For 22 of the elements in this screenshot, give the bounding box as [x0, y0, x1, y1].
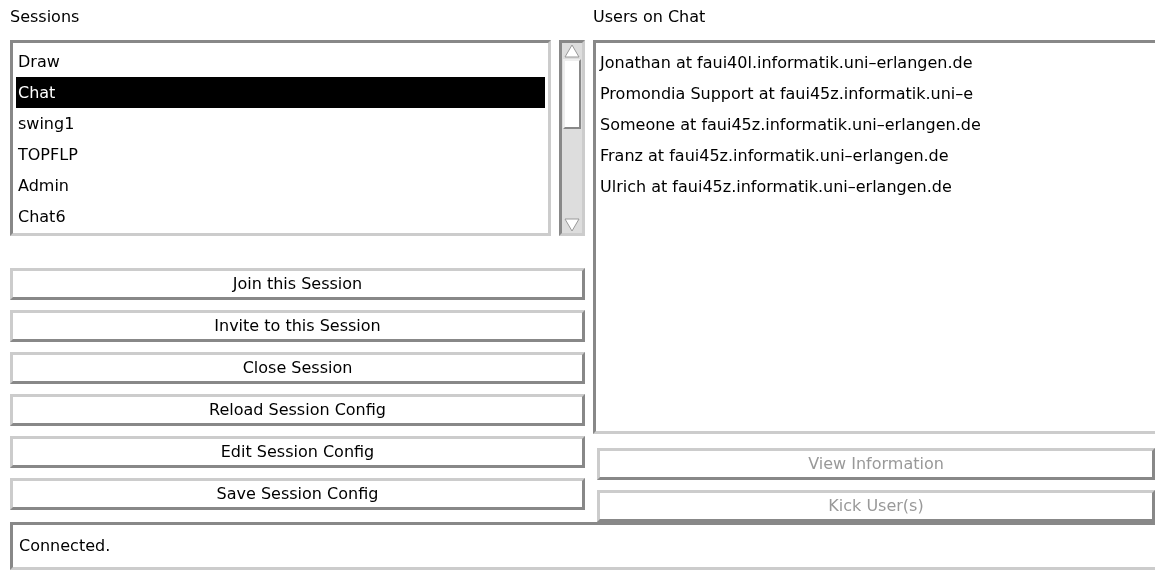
session-button[interactable]: Join this Session [10, 268, 585, 300]
panel-label: Sessions [10, 6, 81, 28]
session-item[interactable]: Chat6 [16, 201, 545, 232]
session-button[interactable]: Invite to this Session [10, 310, 585, 342]
session-item[interactable]: Draw [16, 46, 545, 77]
session-button[interactable]: Save Session Config [10, 478, 585, 510]
user-item[interactable]: Someone at faui45z.informatik.uni–erlangen.de [600, 109, 1151, 140]
user-item[interactable]: Jonathan at faui40l.informatik.uni–erlangen.de [600, 47, 1151, 78]
user-item[interactable]: Franz at faui45z.informatik.uni–erlangen.de [600, 140, 1151, 171]
panel-label: Users on Chat [593, 6, 707, 28]
session-item[interactable]: TOPFLP [16, 139, 545, 170]
session-button[interactable]: Edit Session Config [10, 436, 585, 468]
session-button[interactable]: Reload Session Config [10, 394, 585, 426]
user-item[interactable]: Promondia Support at faui45z.informatik.uni–e [600, 78, 1151, 109]
scroll-down-icon[interactable] [563, 217, 581, 233]
status-bar: Connected. [10, 522, 1155, 570]
session-item[interactable]: Chat [16, 77, 545, 108]
scrollbar[interactable] [559, 40, 585, 236]
session-button[interactable]: Close Session [10, 352, 585, 384]
session-item[interactable]: Admin [16, 170, 545, 201]
session-item[interactable]: swing1 [16, 108, 545, 139]
user-item[interactable]: Ulrich at faui45z.informatik.uni–erlangen.de [600, 171, 1151, 202]
